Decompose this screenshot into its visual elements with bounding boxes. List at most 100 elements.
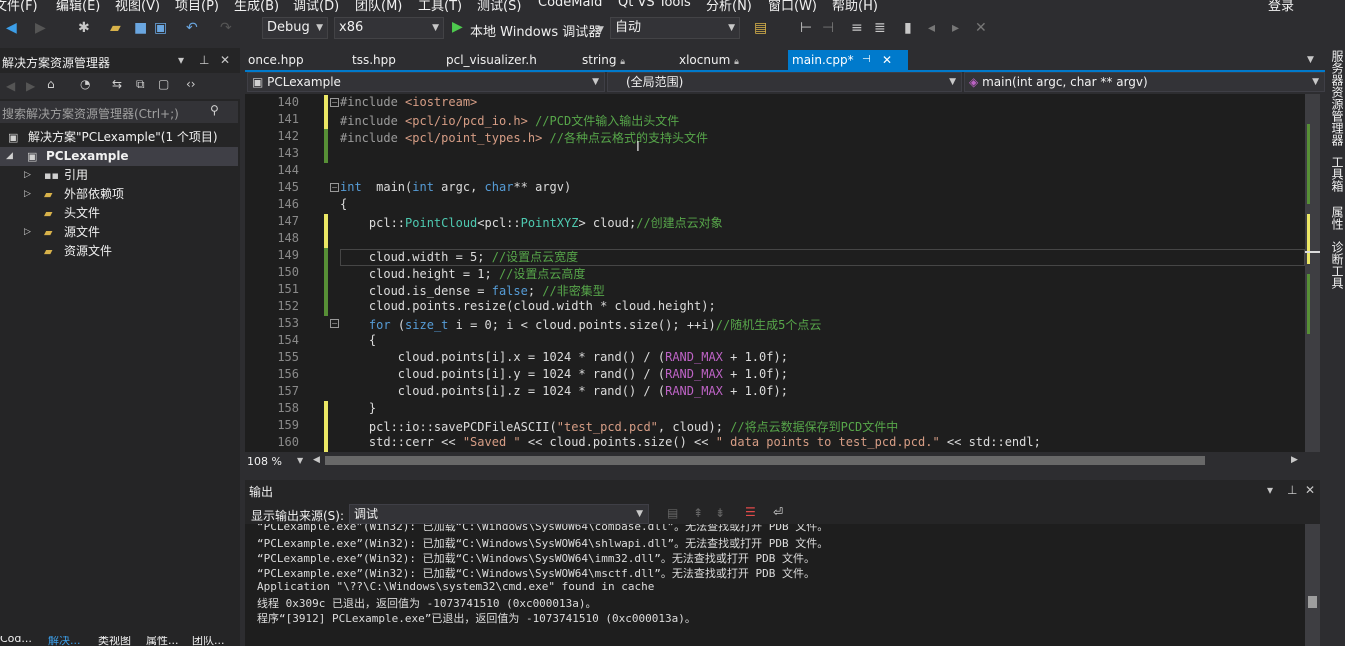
menu-qt-vs-tools[interactable]: Qt VS Tools [618, 0, 691, 10]
search-icon[interactable]: ⚲ [210, 103, 219, 117]
chevron-down-icon[interactable]: ▾ [1267, 483, 1273, 497]
menu-edit[interactable]: 编辑(E) [56, 0, 100, 12]
search-input[interactable]: 搜索解决方案资源管理器(Ctrl+;) [2, 105, 179, 122]
menu-view[interactable]: 视图(V) [115, 0, 160, 12]
start-debugger-button[interactable]: 本地 Windows 调试器 [470, 21, 601, 40]
tab-once-hpp[interactable]: once.hpp [248, 50, 304, 70]
tree-item-header-files[interactable]: ▰ 头文件 [0, 204, 238, 223]
forward-icon[interactable]: ▶ [26, 79, 35, 93]
comment-icon[interactable]: ≡ [851, 20, 863, 36]
bookmark-icon[interactable]: ▮ [904, 20, 912, 36]
show-all-icon[interactable]: ▢ [158, 77, 169, 91]
tree-item-references[interactable]: ▷ ▪▪ 引用 [0, 166, 238, 185]
configuration-select[interactable]: Debug ▼ [262, 17, 328, 39]
member-dropdown[interactable]: ◈ main(int argc, char ** argv) ▼ [964, 72, 1325, 92]
chevron-down-icon[interactable]: ▼ [1307, 55, 1314, 65]
clear-bookmarks-icon[interactable]: ✕ [975, 20, 987, 36]
project-dropdown[interactable]: ▣ PCLexample ▼ [247, 72, 605, 92]
tab-diagnostic-tools[interactable]: 诊断工具 [1329, 241, 1345, 289]
play-icon[interactable]: ▶ [452, 19, 463, 35]
menu-debug[interactable]: 调试(D) [293, 0, 339, 12]
open-folder-icon[interactable]: ▰ [110, 20, 121, 36]
uncomment-icon[interactable]: ≣ [874, 20, 886, 36]
search-box[interactable]: 搜索解决方案资源管理器(Ctrl+;) ⚲ [0, 101, 238, 123]
back-icon[interactable]: ◀ [6, 79, 15, 93]
sign-in-link[interactable]: 登录 [1268, 0, 1294, 12]
forward-icon[interactable]: ▶ [35, 20, 46, 36]
output-source-select[interactable]: 调试 ▼ [349, 504, 649, 524]
prev-message-icon[interactable]: ⇞ [693, 506, 703, 520]
tab-class-view[interactable]: 类视图 [98, 636, 131, 646]
editor-vertical-scrollbar[interactable] [1305, 94, 1320, 452]
menu-analyze[interactable]: 分析(N) [706, 0, 752, 12]
tab-server-explorer[interactable]: 服务器资源管理器 [1329, 50, 1345, 146]
tree-item-source-files[interactable]: ▷ ▰ 源文件 [0, 223, 238, 242]
solution-node[interactable]: ▣ 解决方案"PCLexample"(1 个项目) [0, 128, 238, 147]
find-message-icon[interactable]: ▤ [667, 506, 678, 520]
project-node[interactable]: ◢ ▣ PCLexample [0, 147, 238, 166]
solution-mode-select[interactable]: 自动 ▼ [610, 17, 740, 39]
undo-icon[interactable]: ↶ [186, 20, 198, 36]
collapsed-icon[interactable]: ▷ [24, 166, 31, 185]
menu-team[interactable]: 团队(M) [355, 0, 402, 12]
tree-item-resource-files[interactable]: ▰ 资源文件 [0, 242, 238, 261]
tab-string[interactable]: string 🔒︎ [582, 50, 625, 70]
tab-tss-hpp[interactable]: tss.hpp [352, 50, 396, 70]
scope-dropdown[interactable]: (全局范围) ▼ [607, 72, 962, 92]
tab-main-cpp[interactable]: main.cpp* ⊣ ✕ [788, 50, 908, 70]
menu-tools[interactable]: 工具(T) [418, 0, 462, 12]
prev-bookmark-icon[interactable]: ◂ [928, 20, 935, 36]
collapse-icon[interactable]: ⧉ [136, 77, 145, 92]
menu-project[interactable]: 项目(P) [175, 0, 219, 12]
history-icon[interactable]: ◔ [80, 77, 90, 91]
align-icon[interactable]: ⊢ [800, 20, 812, 36]
code-editor[interactable]: 140 141 142 143 144 145 146 147 148 149 … [245, 94, 1305, 452]
menu-build[interactable]: 生成(B) [234, 0, 279, 12]
collapse-icon[interactable]: − [330, 98, 339, 107]
chevron-down-icon[interactable]: ▾ [178, 53, 184, 67]
output-text-area[interactable]: “PCLexample.exe”(Win32): 已加载“C:\Windows\… [245, 524, 1305, 646]
close-icon[interactable]: ✕ [220, 53, 230, 67]
clear-all-icon[interactable]: ☰ [745, 505, 756, 519]
pin-icon[interactable]: ⊣ [862, 50, 871, 70]
scroll-right-icon[interactable]: ▶ [1291, 455, 1298, 465]
new-project-icon[interactable]: ✱ [78, 20, 90, 36]
tab-properties[interactable]: 属性... [146, 636, 179, 646]
code-icon[interactable]: ‹› [186, 77, 196, 91]
redo-icon[interactable]: ↷ [220, 20, 232, 36]
menu-help[interactable]: 帮助(H) [832, 0, 878, 12]
scroll-left-icon[interactable]: ◀ [313, 455, 320, 465]
tab-pcl-visualizer[interactable]: pcl_visualizer.h [446, 50, 537, 70]
close-icon[interactable]: ✕ [1305, 483, 1315, 497]
zoom-select[interactable]: 108 % [247, 455, 282, 468]
menu-file[interactable]: 文件(F) [0, 0, 38, 12]
chevron-down-icon[interactable]: ▼ [297, 456, 303, 465]
menu-test[interactable]: 测试(S) [477, 0, 521, 12]
tab-code[interactable]: Cod... [0, 636, 32, 645]
home-icon[interactable]: ⌂ [47, 77, 55, 91]
output-vertical-scrollbar[interactable] [1305, 524, 1320, 646]
pin-icon[interactable]: ⊥ [1287, 483, 1297, 497]
pin-icon[interactable]: ⊥ [199, 53, 209, 67]
output-scroll-thumb[interactable] [1308, 596, 1317, 608]
menu-window[interactable]: 窗口(W) [768, 0, 817, 12]
platform-select[interactable]: x86 ▼ [334, 17, 444, 39]
next-message-icon[interactable]: ⇟ [715, 506, 725, 520]
tab-team[interactable]: 团队... [192, 636, 225, 646]
tab-solution[interactable]: 解决... [48, 636, 81, 646]
save-icon[interactable]: ■ [134, 20, 147, 36]
back-icon[interactable]: ◀ [6, 20, 17, 36]
collapsed-icon[interactable]: ▷ [24, 185, 31, 204]
next-bookmark-icon[interactable]: ▸ [952, 20, 959, 36]
tree-item-external-deps[interactable]: ▷ ▰ 外部依赖项 [0, 185, 238, 204]
indent-icon[interactable]: ⊣ [822, 20, 834, 36]
collapse-icon[interactable]: − [330, 319, 339, 328]
word-wrap-icon[interactable]: ⏎ [773, 505, 783, 519]
chevron-down-icon[interactable]: ▼ [597, 22, 604, 38]
horizontal-scroll-thumb[interactable] [325, 456, 1205, 465]
find-in-files-icon[interactable]: ▤ [754, 20, 767, 36]
collapsed-icon[interactable]: ▷ [24, 223, 31, 242]
menu-codemaid[interactable]: CodeMaid [538, 0, 602, 10]
save-all-icon[interactable]: ▣ [154, 20, 167, 36]
sync-icon[interactable]: ⇆ [112, 77, 122, 91]
